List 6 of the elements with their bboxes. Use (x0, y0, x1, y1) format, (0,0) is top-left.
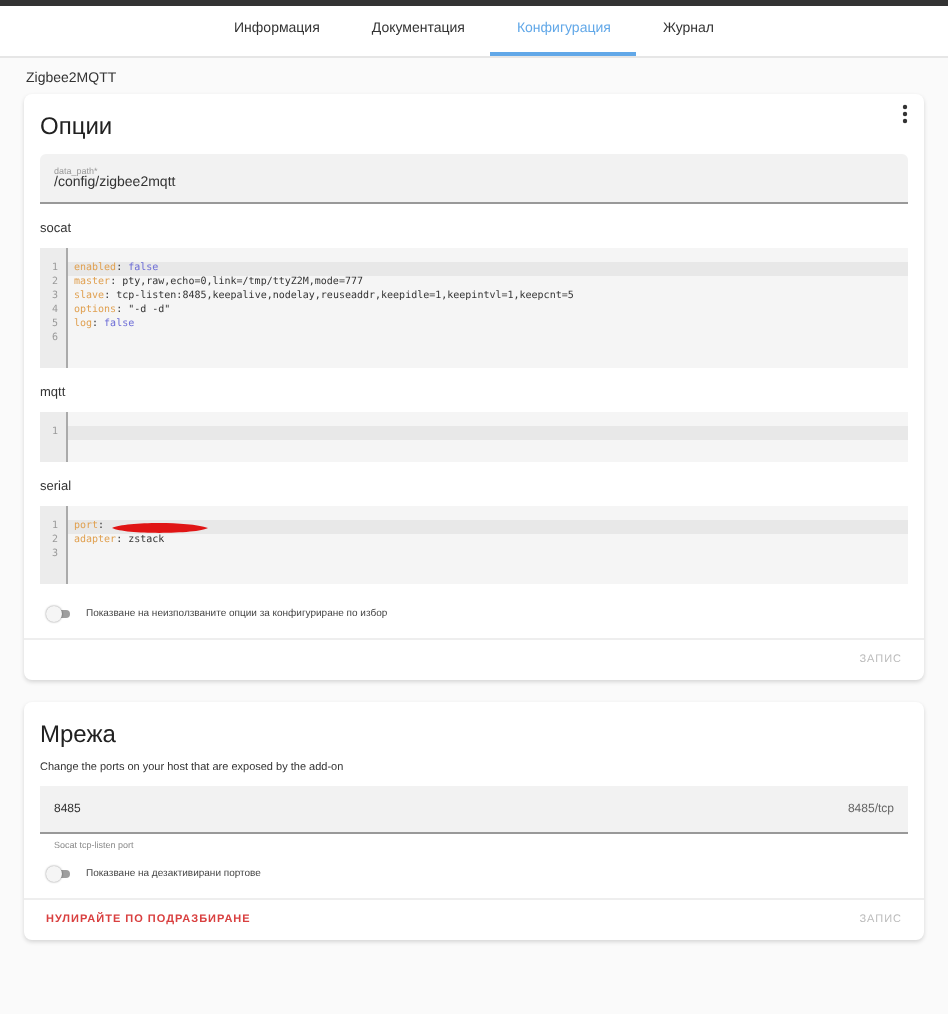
toggle-switch[interactable] (46, 606, 70, 622)
redaction-mark (110, 521, 211, 533)
toggle-switch[interactable] (46, 866, 70, 882)
card-title: Опции (40, 110, 113, 144)
card-title: Мрежа (40, 718, 116, 752)
more-menu-icon[interactable] (902, 104, 908, 124)
